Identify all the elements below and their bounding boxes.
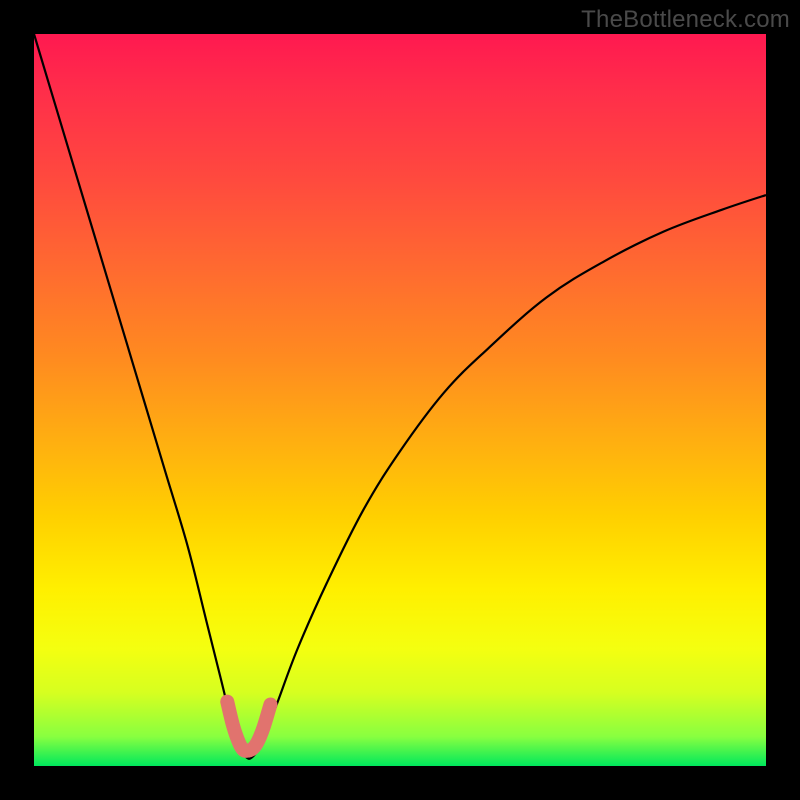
watermark-text: TheBottleneck.com <box>581 6 790 34</box>
plot-area <box>34 34 766 766</box>
chart-frame: TheBottleneck.com <box>0 0 800 800</box>
trough-marker <box>227 702 270 751</box>
main-curve <box>34 34 766 759</box>
chart-svg <box>34 34 766 766</box>
